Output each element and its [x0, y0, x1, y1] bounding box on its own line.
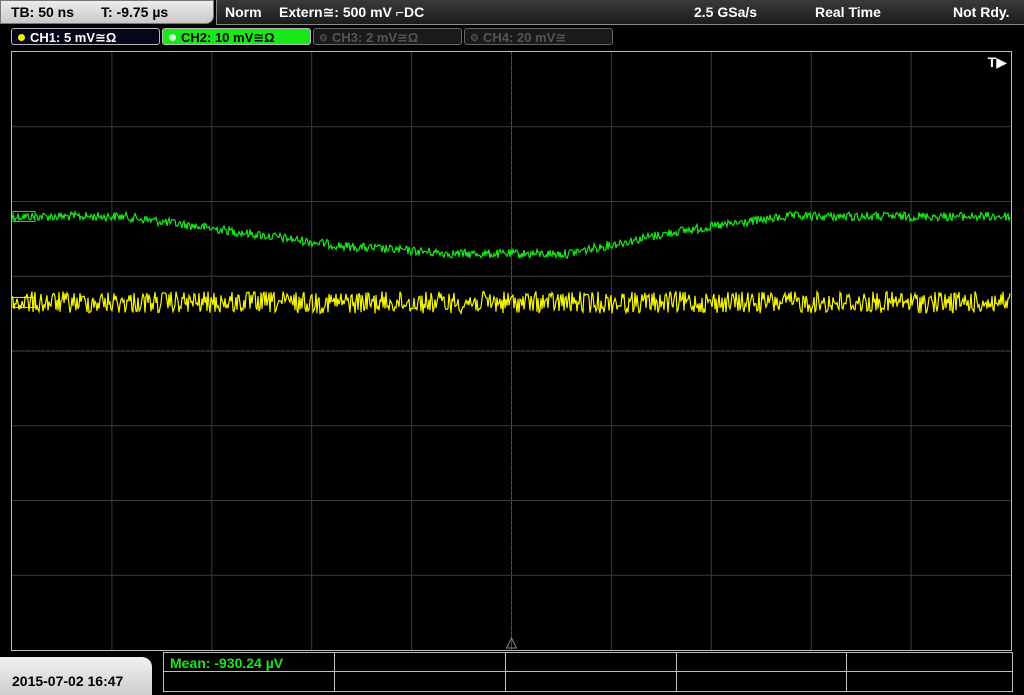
channel-on-icon	[169, 34, 176, 41]
timebase-panel[interactable]: TB: 50 ns T: -9.75 µs	[0, 0, 214, 24]
channel-on-icon	[18, 34, 25, 41]
channel-tab-ch3[interactable]: CH3: 2 mV≅Ω	[313, 28, 462, 45]
channel-label: CH3: 2 mV≅Ω	[332, 30, 419, 45]
datetime-panel: 2015-07-02 16:47	[0, 657, 152, 695]
measurement-cell[interactable]	[677, 653, 847, 672]
graticule	[12, 52, 1011, 650]
channel-label: CH4: 20 mV≅	[483, 30, 567, 45]
trigger-time-value: T: -9.75 µs	[101, 4, 169, 20]
measurement-cell[interactable]	[847, 672, 1012, 691]
waveform-display[interactable]: T▶	[11, 51, 1012, 651]
channel-tab-ch1[interactable]: CH1: 5 mV≅Ω	[11, 28, 160, 45]
acquisition-panel[interactable]: Norm Extern≅: 500 mV ⌐DC 2.5 GSa/s Real …	[216, 0, 1024, 25]
channel-tab-ch4[interactable]: CH4: 20 mV≅	[464, 28, 613, 45]
trigger-source: Extern≅: 500 mV ⌐DC	[279, 4, 425, 20]
record-mode: Real Time	[815, 4, 881, 20]
trigger-position-marker: T▶	[987, 54, 1007, 70]
timebase-value: TB: 50 ns	[11, 4, 75, 20]
mean-measurement: Mean: -930.24 µV	[170, 655, 284, 671]
measurement-cell[interactable]	[677, 672, 847, 691]
trigger-status: Not Rdy.	[953, 4, 1010, 20]
measurement-cell[interactable]	[847, 653, 1012, 672]
channel-tab-ch2[interactable]: CH2: 10 mV≅Ω	[162, 28, 311, 45]
datetime: 2015-07-02 16:47	[12, 673, 124, 689]
status-bar: TB: 50 ns T: -9.75 µs Norm Extern≅: 500 …	[0, 0, 1024, 25]
measurement-cell[interactable]	[506, 672, 677, 691]
measurement-table[interactable]: Mean: -930.24 µV	[163, 652, 1013, 692]
channel-label: CH2: 10 mV≅Ω	[181, 30, 275, 45]
acquisition-mode: Norm	[225, 4, 262, 20]
channel-label: CH1: 5 mV≅Ω	[30, 30, 117, 45]
measurement-cell[interactable]	[335, 672, 506, 691]
measurement-cell[interactable]	[335, 653, 506, 672]
measurement-cell[interactable]	[506, 653, 677, 672]
measurement-cell[interactable]	[164, 672, 335, 691]
channel-off-icon	[320, 34, 327, 41]
channel-off-icon	[471, 34, 478, 41]
sample-rate: 2.5 GSa/s	[694, 4, 758, 20]
